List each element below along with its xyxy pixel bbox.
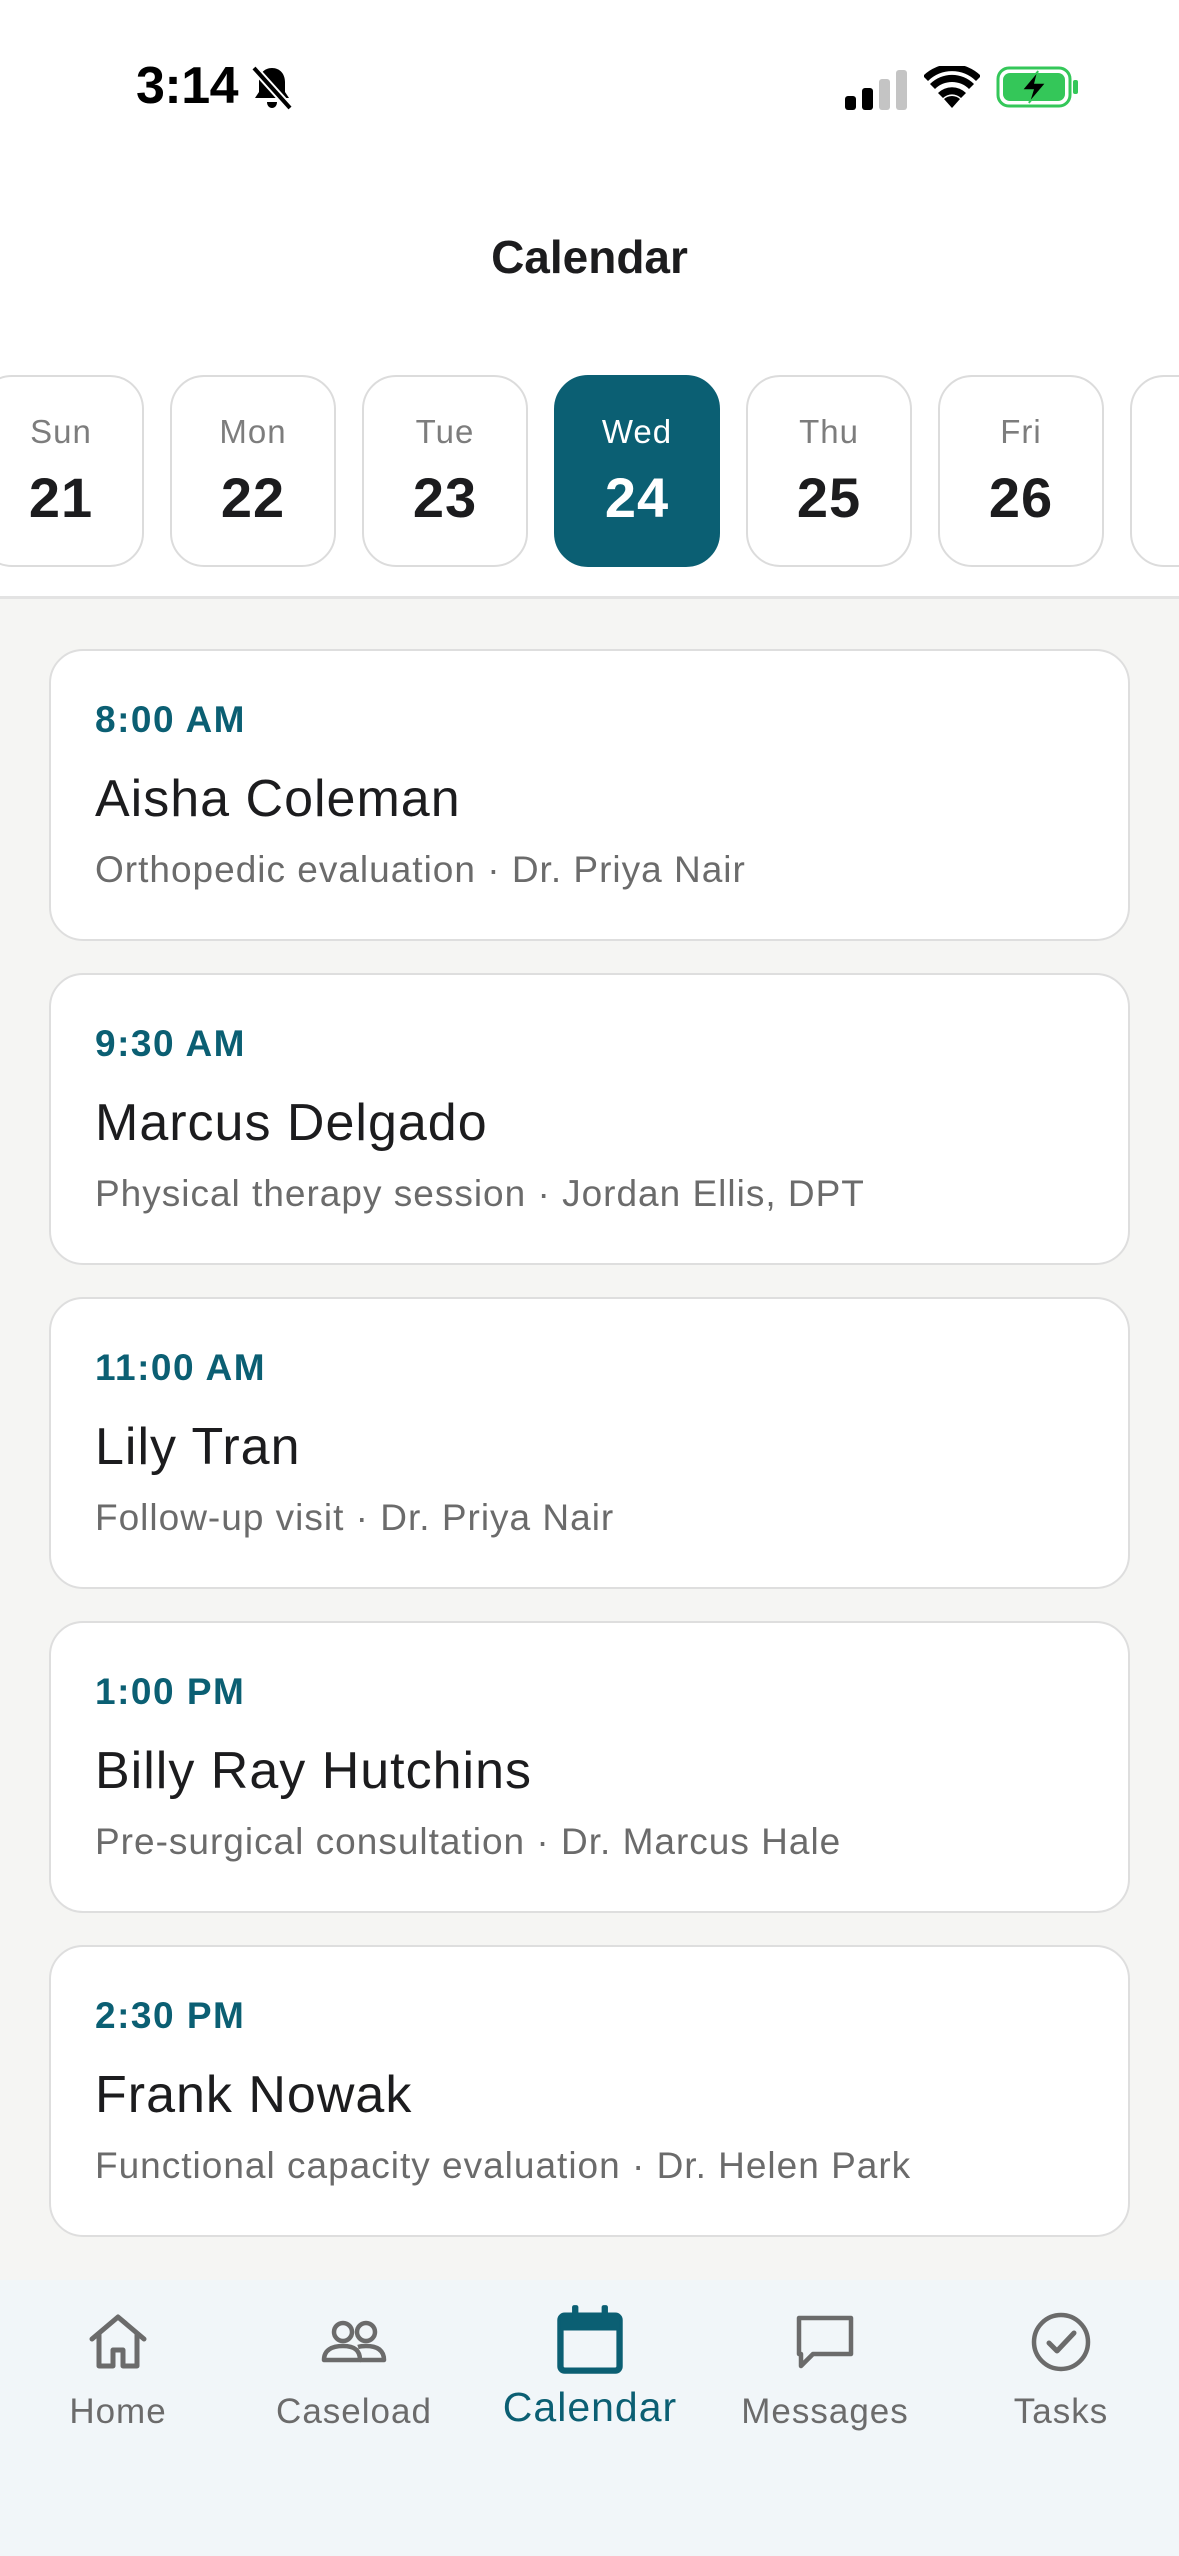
date-cell-tue[interactable]: Tue 23: [362, 375, 528, 567]
appointment-time: 11:00 AM: [95, 1347, 267, 1388]
appointment-card[interactable]: 1:00 PM Billy Ray Hutchins Pre-surgical …: [49, 1621, 1130, 1913]
date-weekday: Wed: [601, 413, 673, 450]
date-strip[interactable]: Sun 21 Mon 22 Tue 23 Wed 24 Thu 25 Fri 2…: [0, 375, 1179, 567]
date-cell-mon[interactable]: Mon 22: [170, 375, 336, 567]
date-cell-sat-partial[interactable]: [1130, 375, 1179, 567]
tab-caseload[interactable]: Caseload: [236, 2280, 472, 2460]
date-cell-fri[interactable]: Fri 26: [938, 375, 1104, 567]
status-bar: 3:14: [0, 0, 1179, 175]
patient-name: Frank Nowak: [95, 2066, 413, 2124]
tab-home[interactable]: Home: [0, 2280, 236, 2460]
tab-label: Calendar: [502, 2384, 678, 2430]
date-weekday: Mon: [219, 413, 287, 450]
tab-label: Caseload: [276, 2392, 432, 2431]
appointment-card[interactable]: 11:00 AM Lily Tran Follow-up visit · Dr.…: [49, 1297, 1130, 1589]
appointment-detail: Physical therapy session · Jordan Ellis,…: [95, 1173, 865, 1214]
message-icon: [796, 2315, 854, 2369]
date-weekday: Fri: [1000, 413, 1042, 450]
calendar-icon: [557, 2305, 623, 2374]
date-number: 26: [988, 466, 1054, 529]
date-weekday: Thu: [799, 413, 859, 450]
appointment-detail: Orthopedic evaluation · Dr. Priya Nair: [95, 849, 746, 890]
date-cell-sun[interactable]: Sun 21: [0, 375, 144, 567]
date-cell-thu[interactable]: Thu 25: [746, 375, 912, 567]
appointment-detail: Functional capacity evaluation · Dr. Hel…: [95, 2145, 912, 2186]
home-icon: [89, 2314, 147, 2369]
battery-charging-icon: [996, 66, 1078, 108]
tab-label: Tasks: [1013, 2392, 1109, 2431]
appointment-card[interactable]: 8:00 AM Aisha Coleman Orthopedic evaluat…: [49, 649, 1130, 941]
bell-slash-icon: [251, 65, 293, 111]
wifi-icon: [924, 66, 980, 108]
date-weekday: Tue: [415, 413, 475, 450]
appointment-card[interactable]: 9:30 AM Marcus Delgado Physical therapy …: [49, 973, 1130, 1265]
date-weekday: Sun: [30, 413, 92, 450]
patient-name: Lily Tran: [95, 1418, 301, 1476]
appointment-time: 2:30 PM: [95, 1995, 246, 2036]
date-number: 25: [796, 466, 862, 529]
check-circle-icon: [1031, 2312, 1091, 2372]
tab-calendar[interactable]: Calendar: [472, 2280, 708, 2460]
tab-tasks[interactable]: Tasks: [943, 2280, 1179, 2460]
tab-bar: Home Caseload Calendar Messages Tasks: [0, 2280, 1179, 2556]
date-number: 22: [220, 466, 286, 529]
date-cell-wed-selected[interactable]: Wed 24: [554, 375, 720, 567]
people-icon: [321, 2320, 387, 2363]
appointment-time: 8:00 AM: [95, 699, 247, 740]
appointment-detail: Pre-surgical consultation · Dr. Marcus H…: [95, 1821, 842, 1862]
date-number: 24: [604, 466, 670, 529]
date-number: 23: [412, 466, 478, 529]
appointment-list[interactable]: 8:00 AM Aisha Coleman Orthopedic evaluat…: [0, 599, 1179, 2280]
appointment-time: 9:30 AM: [95, 1023, 247, 1064]
appointment-card[interactable]: 2:30 PM Frank Nowak Functional capacity …: [49, 1945, 1130, 2237]
appointment-detail: Follow-up visit · Dr. Priya Nair: [95, 1497, 615, 1538]
tab-messages[interactable]: Messages: [707, 2280, 943, 2460]
tab-label: Home: [69, 2392, 167, 2431]
status-time: 3:14: [136, 57, 239, 115]
patient-name: Marcus Delgado: [95, 1094, 488, 1152]
tab-label: Messages: [741, 2392, 909, 2431]
patient-name: Billy Ray Hutchins: [95, 1742, 533, 1800]
patient-name: Aisha Coleman: [95, 770, 461, 828]
date-number: 21: [28, 466, 94, 529]
appointment-time: 1:00 PM: [95, 1671, 246, 1712]
page-title: Calendar: [491, 231, 688, 283]
cellular-signal-icon: [845, 70, 907, 110]
